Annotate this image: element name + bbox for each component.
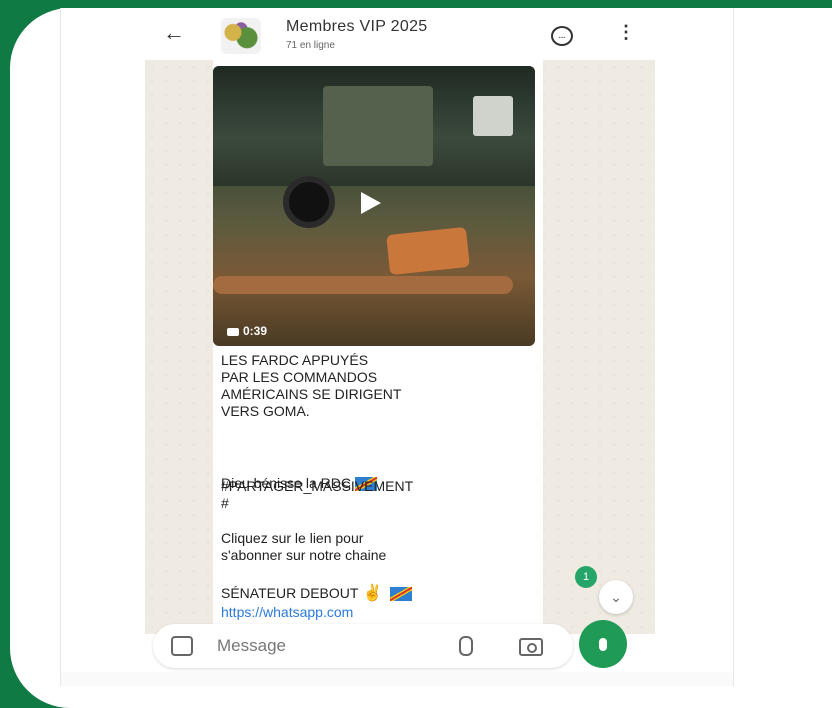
message-headline: LES FARDC APPUYÉS PAR LES COMMANDOS AMÉR… (221, 352, 402, 419)
online-count: 71 en ligne (286, 40, 335, 51)
video-camera-icon (227, 327, 239, 336)
group-title[interactable]: Membres VIP 2025 (286, 18, 427, 36)
phone-screen: ← Membres VIP 2025 71 en ligne … ⋮ 0:39 … (60, 8, 734, 686)
system-navbar (61, 672, 733, 686)
message-hashtag: #PARTAGER_MASSIVEMENT # (221, 478, 414, 511)
voice-message-button[interactable] (579, 620, 627, 668)
message-bubble[interactable]: 0:39 LES FARDC APPUYÉS PAR LES COMMANDOS… (213, 60, 543, 634)
message-composer: Message (153, 624, 573, 668)
chat-header: ← Membres VIP 2025 71 en ligne … ⋮ (61, 8, 733, 60)
chat-bubble-icon[interactable]: … (551, 26, 573, 46)
double-chevron-down-icon: ⌄ (610, 588, 622, 605)
unread-badge: 1 (575, 566, 597, 588)
sticker-icon[interactable] (171, 636, 193, 656)
attach-icon[interactable] (459, 636, 473, 656)
crate (386, 226, 470, 276)
message-cta: Cliquez sur le lien pour s'abonner sur n… (221, 530, 387, 563)
message-channel: SÉNATEUR DEBOUT ✌ (221, 568, 537, 602)
more-vertical-icon[interactable]: ⋮ (617, 22, 635, 43)
drc-flag-icon (390, 587, 413, 602)
play-icon[interactable] (361, 192, 381, 214)
camera-icon[interactable] (519, 638, 543, 656)
video-duration: 0:39 (227, 324, 267, 338)
helicopter-wheel (283, 176, 335, 228)
arrow-left-icon[interactable]: ← (163, 20, 185, 46)
helicopter-scene (213, 66, 535, 186)
message-input[interactable]: Message (217, 636, 286, 656)
microphone-icon (599, 637, 607, 651)
group-avatar[interactable] (221, 18, 261, 54)
video-thumbnail[interactable]: 0:39 (213, 66, 535, 346)
log (213, 276, 513, 294)
message-link[interactable]: https://whatsapp.com (221, 604, 537, 621)
chat-area[interactable]: 0:39 LES FARDC APPUYÉS PAR LES COMMANDOS… (145, 60, 655, 634)
scroll-down-button[interactable]: ⌄ (599, 580, 633, 614)
victory-hand-icon: ✌ (362, 585, 383, 602)
